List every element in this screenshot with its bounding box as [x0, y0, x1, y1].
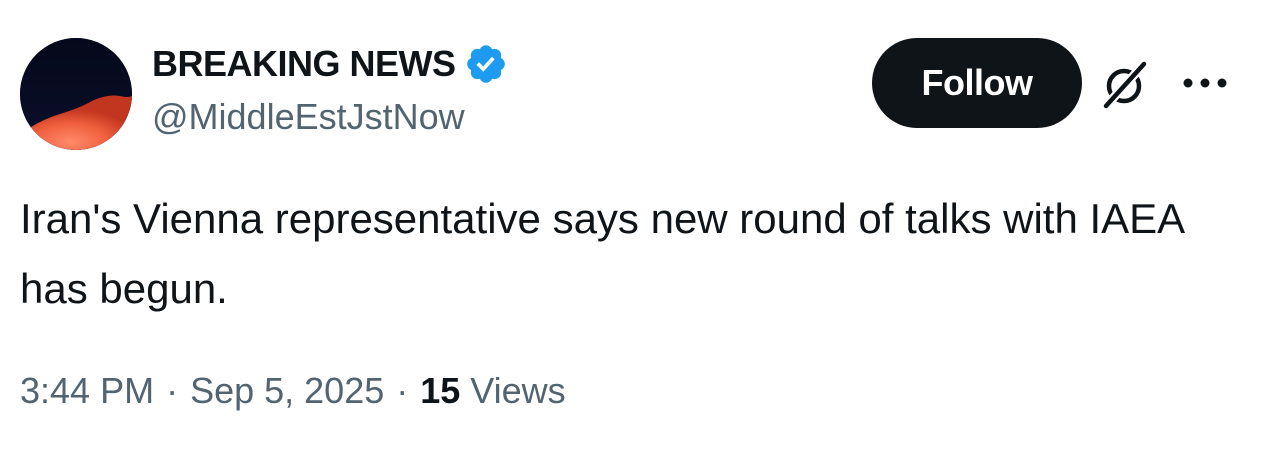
verified-badge-icon	[466, 45, 505, 83]
meta-separator: ·	[166, 370, 179, 411]
author-display-name[interactable]: BREAKING NEWS	[152, 43, 456, 85]
avatar[interactable]	[20, 38, 132, 150]
avatar-image	[20, 38, 132, 150]
author-handle[interactable]: @MiddleEstJstNow	[152, 96, 465, 138]
more-options-icon[interactable]	[1180, 72, 1230, 94]
follow-button[interactable]: Follow	[872, 38, 1082, 128]
tweet-text: Iran's Vienna representative says new ro…	[20, 195, 1183, 312]
tweet-card: BREAKING NEWS @MiddleEstJstNow Follow Ir…	[0, 0, 1280, 470]
author-name-row: BREAKING NEWS	[152, 40, 508, 88]
views-label: Views	[470, 370, 566, 411]
tweet-date[interactable]: Sep 5, 2025	[190, 370, 384, 412]
tweet-meta: 3:44 PM · Sep 5, 2025 · 15 Views	[20, 370, 566, 412]
tweet-time[interactable]: 3:44 PM	[20, 370, 154, 412]
grok-icon[interactable]	[1098, 58, 1154, 110]
views-count: 15	[420, 370, 461, 411]
meta-separator: ·	[396, 370, 409, 411]
